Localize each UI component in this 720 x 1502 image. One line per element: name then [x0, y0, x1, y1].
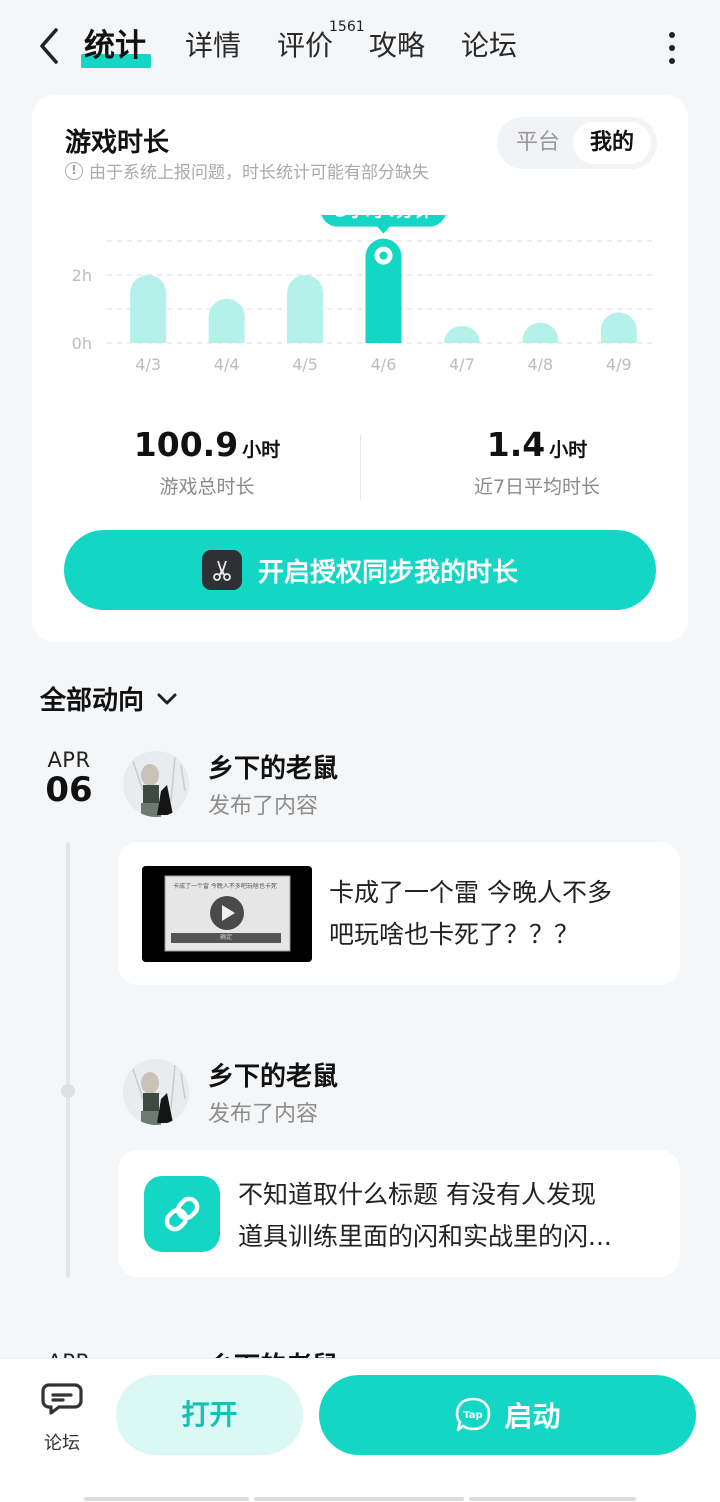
tab-guides[interactable]: 攻略	[369, 28, 425, 64]
total-playtime-value: 100.9	[133, 425, 239, 464]
date-label: APR 06	[40, 748, 98, 810]
x-tick-label: 4/5	[292, 355, 318, 374]
forum-chat-icon	[41, 1383, 83, 1415]
avatar[interactable]	[123, 1059, 189, 1125]
feed-filter-dropdown[interactable]: 全部动向	[40, 680, 180, 717]
tap-logo-icon: Tap	[456, 1397, 491, 1432]
post-text-line: 卡成了一个雷 今晚人不多	[329, 878, 612, 907]
tab-forum[interactable]: 论坛	[461, 28, 517, 64]
post-card[interactable]: 卡成了一个雷 今晚人不多吧玩啥也卡死了？？？ 确定 卡成了一个雷 今晚人不多 吧…	[118, 842, 680, 985]
sync-playtime-button[interactable]: 开启授权同步我的时长	[64, 530, 656, 610]
top-nav: 统计 详情 评价 1561 攻略 论坛	[0, 0, 720, 92]
x-tick-label: 4/3	[135, 355, 161, 374]
video-thumbnail[interactable]: 卡成了一个雷 今晚人不多吧玩啥也卡死了？？？ 确定	[142, 866, 312, 962]
chart-bar	[600, 312, 637, 343]
user-action: 发布了内容	[208, 794, 319, 819]
card-title: 游戏时长	[65, 128, 170, 158]
link-icon	[144, 1176, 220, 1252]
tab-stats[interactable]: 统计	[84, 28, 146, 64]
card-note-text: 由于系统上报问题，时长统计可能有部分缺失	[89, 163, 429, 183]
avg-playtime-value: 1.4	[486, 425, 546, 464]
tab-details[interactable]: 详情	[185, 28, 241, 64]
stat-divider	[360, 435, 361, 500]
avatar[interactable]	[123, 751, 189, 817]
sync-button-label: 开启授权同步我的时长	[257, 557, 518, 588]
chevron-down-icon	[157, 693, 177, 704]
back-arrow-icon[interactable]	[32, 26, 68, 66]
timeline-dot	[61, 1084, 75, 1098]
chart-bar	[522, 322, 559, 343]
y-tick-label: 0h	[72, 334, 92, 353]
feed-header-label: 全部动向	[40, 686, 145, 716]
tooltip-label: 3小时4分钟	[335, 215, 432, 222]
post-text: 卡成了一个雷 今晚人不多 吧玩啥也卡死了？？？	[329, 872, 659, 956]
toggle-platform[interactable]: 平台	[503, 122, 573, 164]
tooltip-pointer	[376, 225, 391, 234]
post-text-line: 道具训练里面的闪和实战里的闪...	[238, 1222, 612, 1251]
card-note: ! 由于系统上报问题，时长统计可能有部分缺失	[65, 158, 429, 183]
open-button[interactable]: 打开	[116, 1375, 303, 1455]
game-app-icon	[201, 550, 242, 590]
tab-reviews[interactable]: 评价	[277, 28, 333, 64]
total-playtime-label: 游戏总时长	[159, 476, 255, 498]
forum-label: 论坛	[44, 1433, 80, 1454]
post-card[interactable]: 不知道取什么标题 有没有人发现 道具训练里面的闪和实战里的闪...	[118, 1150, 680, 1277]
bottom-action-bar: 论坛 打开 Tap 启动	[0, 1358, 720, 1502]
chart-bar	[443, 326, 480, 343]
tap-logo-text: Tap	[464, 1410, 483, 1421]
home-indicator	[254, 1497, 464, 1501]
x-tick-label: 4/8	[527, 355, 553, 374]
start-button-label: 启动	[504, 1400, 561, 1433]
avg-playtime-stat: 1.4 小时 近7日平均时长	[412, 425, 662, 499]
more-vertical-icon[interactable]	[660, 32, 684, 64]
timeline-line	[66, 842, 70, 1278]
total-playtime-unit: 小时	[242, 439, 281, 461]
user-action: 发布了内容	[208, 1102, 319, 1127]
reviews-count-badge: 1561	[329, 19, 365, 35]
avg-playtime-unit: 小时	[549, 439, 588, 461]
post-text-line: 吧玩啥也卡死了？？？	[329, 920, 580, 949]
home-indicator	[84, 1497, 249, 1501]
playtime-chart: 4h 2h 0h 4/3 4/4 4/5 4/6 3小时4分钟 4/7 4/8 4/9	[32, 192, 688, 405]
chart-bar	[130, 275, 167, 343]
chart-bar	[287, 275, 324, 343]
chart-bar	[208, 298, 245, 343]
video-caption: 卡成了一个雷 今晚人不多吧玩啥也卡死了？？？	[173, 883, 278, 890]
forum-shortcut[interactable]: 论坛	[32, 1379, 92, 1455]
post-text-line: 不知道取什么标题 有没有人发现	[238, 1180, 596, 1209]
post-text: 不知道取什么标题 有没有人发现 道具训练里面的闪和实战里的闪...	[238, 1174, 658, 1258]
x-tick-label: 4/9	[606, 355, 632, 374]
date-day: 06	[45, 770, 93, 810]
x-tick-label: 4/4	[214, 355, 240, 374]
source-toggle: 平台 我的	[497, 117, 657, 169]
username[interactable]: 乡下的老鼠	[208, 1056, 338, 1093]
y-tick-label: 2h	[72, 266, 92, 285]
start-button[interactable]: Tap 启动	[319, 1375, 696, 1455]
play-icon	[210, 896, 244, 930]
home-indicator	[469, 1497, 636, 1501]
avg-playtime-label: 近7日平均时长	[473, 476, 601, 498]
date-month: APR	[47, 748, 91, 772]
x-tick-label: 4/6	[371, 355, 397, 374]
x-tick-label: 4/7	[449, 355, 475, 374]
video-bar-label: 确定	[219, 934, 232, 941]
playtime-card: 游戏时长 ! 由于系统上报问题，时长统计可能有部分缺失 平台 我的 4h 2h 0h…	[32, 95, 688, 642]
toggle-mine[interactable]: 我的	[573, 122, 651, 164]
total-playtime-stat: 100.9 小时 游戏总时长	[92, 425, 322, 499]
info-icon: !	[65, 161, 83, 180]
username[interactable]: 乡下的老鼠	[208, 748, 338, 785]
y-tick-label: 4h	[72, 215, 92, 217]
bar-marker-dot-inner	[379, 251, 388, 260]
